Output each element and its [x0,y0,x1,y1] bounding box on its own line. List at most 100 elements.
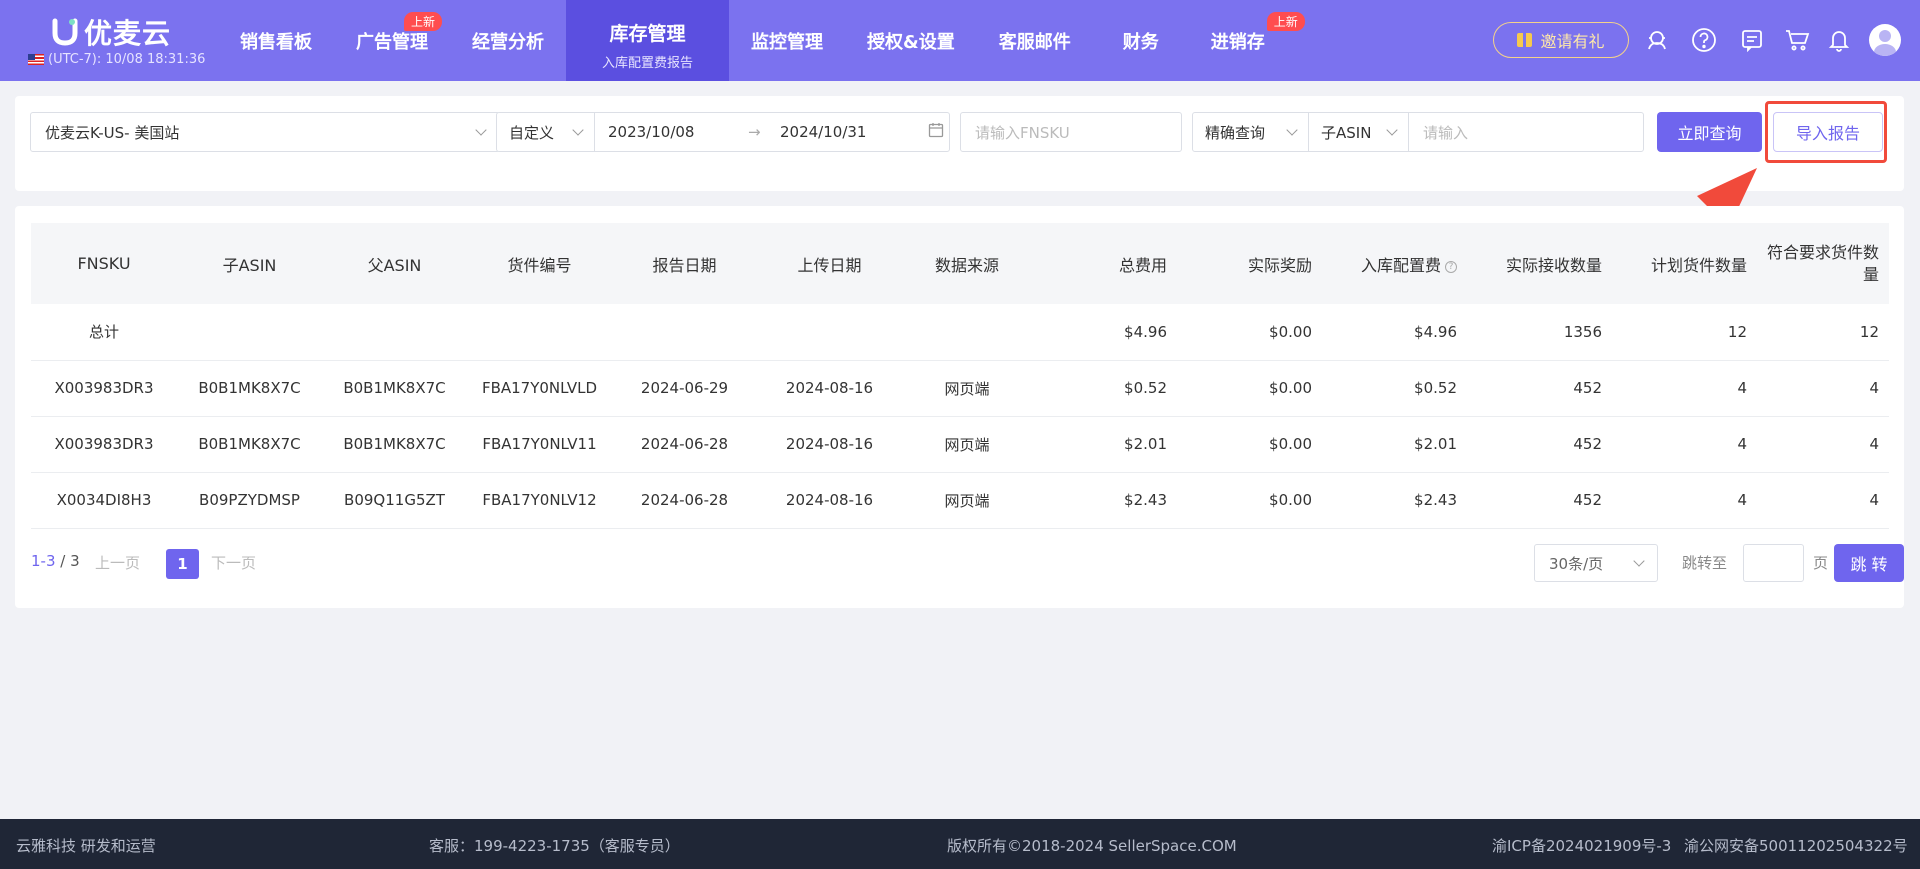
new-badge: 上新 [1266,12,1305,31]
cell-source: 网页端 [944,491,990,510]
cell-child-asin[interactable]: B0B1MK8X7C [177,360,322,416]
page-unit-label: 页 [1813,554,1829,572]
nav-monitoring[interactable]: 监控管理 [729,0,845,81]
cell-received: 452 [1573,379,1602,397]
cell-child-asin[interactable]: B09PZYDMSP [177,472,322,528]
cell-report-date: 2024-06-28 [640,435,729,453]
nav-sales-dashboard[interactable]: 销售看板 [218,0,334,81]
nav-finance[interactable]: 财务 [1093,0,1189,81]
total-placement-fee-cell: $4.96 [1414,322,1457,341]
cell-reward: $0.00 [1269,435,1312,453]
nav-auth-settings[interactable]: 授权&设置 [845,0,977,81]
jump-button[interactable]: 跳 转 [1834,544,1904,582]
headset-icon[interactable] [1644,27,1670,53]
date-mode-value: 自定义 [509,123,555,142]
nav-ad-management[interactable]: 广告管理 上新 [334,0,450,81]
table-row[interactable]: X0034DI8H3 B09PZYDMSP B09Q11G5ZT FBA17Y0… [31,472,1889,528]
total-fee-cell: $4.96 [1124,322,1167,341]
match-mode-select[interactable]: 精确查询 [1193,113,1309,151]
cell-shipment-id: FBA17Y0NLVLD [481,379,598,397]
cell-qualified: 4 [1869,491,1879,509]
column-header[interactable]: 上传日期 [757,223,902,304]
column-header[interactable]: 父ASIN [322,223,467,304]
chevron-down-icon [1386,124,1398,136]
nav-label: 销售看板 [240,31,312,53]
column-header[interactable]: 计划货件数量 [1612,223,1757,304]
cell-source: 网页端 [944,435,990,454]
nav-label: 财务 [1122,31,1159,53]
fnsku-placeholder: 请输入FNSKU [975,123,1070,142]
invite-label: 邀请有礼 [1540,32,1605,51]
fnsku-input[interactable]: 请输入FNSKU [960,112,1182,152]
nav-label: 广告管理 [356,31,428,53]
help-icon[interactable] [1691,27,1717,53]
table-row[interactable]: X003983DR3 B0B1MK8X7C B0B1MK8X7C FBA17Y0… [31,416,1889,472]
cell-fnsku: X0034DI8H3 [56,491,152,509]
next-page-button[interactable]: 下一页 [211,552,256,573]
table-total-row: 总计 $4.96 $0.00 $4.96 1356 12 12 [31,304,1889,360]
cell-report-date: 2024-06-28 [640,491,729,509]
cell-upload-date: 2024-08-16 [785,435,874,453]
nav-service-mail[interactable]: 客服邮件 [977,0,1093,81]
nav-inventory-management[interactable]: 库存管理 入库配置费报告 [566,0,730,81]
import-report-button[interactable]: 导入报告 [1773,112,1883,152]
column-header[interactable]: 货件编号 [467,223,612,304]
asin-type-select[interactable]: 子ASIN [1309,113,1409,151]
chevron-down-icon [475,124,487,136]
cell-placement-fee: $2.43 [1414,491,1457,509]
date-start[interactable]: 2023/10/08 [608,123,748,141]
cell-total-fee: $2.43 [1124,491,1167,509]
footer-copyright: 版权所有©2018-2024 SellerSpace.COM [947,837,1237,855]
help-icon[interactable]: ? [1445,260,1457,273]
message-icon[interactable] [1739,27,1765,53]
nav-label: 经营分析 [472,31,544,53]
jump-page-input[interactable] [1743,544,1804,582]
column-header[interactable]: 实际接收数量 [1467,223,1612,304]
column-header[interactable]: 数据来源 [902,223,1032,304]
nav-sub-label: 入库配置费报告 [602,55,694,71]
column-header-label: 入库配置费 [1360,255,1441,275]
cell-received: 452 [1573,491,1602,509]
column-header[interactable]: 子ASIN [177,223,322,304]
date-range-picker[interactable]: 自定义 2023/10/08 → 2024/10/31 [496,112,950,152]
cart-icon[interactable] [1784,27,1810,53]
app-logo[interactable]: 优麦云 [52,12,171,52]
column-header[interactable]: 符合要求货件数量 [1757,223,1889,304]
filter-panel: 优麦云K-US- 美国站 自定义 2023/10/08 → 2024/10/31… [15,96,1904,191]
query-button[interactable]: 立即查询 [1657,112,1762,152]
page-size-select[interactable]: 30条/页 [1534,544,1658,582]
footer-police-link[interactable]: 渝公网安备50011202504322号 [1684,835,1908,856]
prev-page-button[interactable]: 上一页 [95,552,140,573]
date-separator-arrow: → [748,123,761,141]
date-mode-select[interactable]: 自定义 [497,113,595,151]
footer-company: 云雅科技 研发和运营 [16,837,156,855]
cell-child-asin[interactable]: B0B1MK8X7C [177,416,322,472]
shop-select[interactable]: 优麦云K-US- 美国站 [30,112,500,152]
asin-input[interactable]: 请输入 [1423,122,1468,143]
table-row[interactable]: X003983DR3 B0B1MK8X7C B0B1MK8X7C FBA17Y0… [31,360,1889,416]
column-header[interactable]: FNSKU [31,223,177,304]
column-header[interactable]: 报告日期 [612,223,757,304]
avatar-icon[interactable] [1869,24,1901,56]
footer-icp-link[interactable]: 渝ICP备2024021909号-3 [1492,835,1671,856]
footer: 云雅科技 研发和运营 客服：199-4223-1735（客服专员） 版权所有©2… [0,819,1920,869]
page-number-current[interactable]: 1 [166,549,199,579]
cell-reward: $0.00 [1269,379,1312,397]
top-navigation-bar: 优麦云 (UTC-7): 10/08 18:31:36 销售看板 广告管理 上新… [0,0,1920,81]
nav-purchase-sales-inventory[interactable]: 进销存 上新 [1189,0,1305,81]
new-badge: 上新 [403,12,442,31]
date-end[interactable]: 2024/10/31 [780,123,920,141]
cell-parent-asin[interactable]: B09Q11G5ZT [322,472,467,528]
calendar-icon[interactable] [928,122,944,142]
column-header[interactable]: 实际奖励 [1177,223,1322,304]
nav-business-analysis[interactable]: 经营分析 [450,0,566,81]
cell-qualified: 4 [1869,379,1879,397]
logo-text: 优麦云 [84,17,172,50]
cell-parent-asin[interactable]: B0B1MK8X7C [322,360,467,416]
column-header-placement-fee[interactable]: 入库配置费? [1322,223,1467,304]
column-header[interactable]: 总费用 [1032,223,1177,304]
pagination: 1-3 / 3 上一页 1 下一页 30条/页 跳转至 页 跳 转 [31,542,1904,582]
cell-parent-asin[interactable]: B0B1MK8X7C [322,416,467,472]
invite-button[interactable]: 邀请有礼 [1493,22,1629,58]
bell-icon[interactable] [1826,27,1852,53]
